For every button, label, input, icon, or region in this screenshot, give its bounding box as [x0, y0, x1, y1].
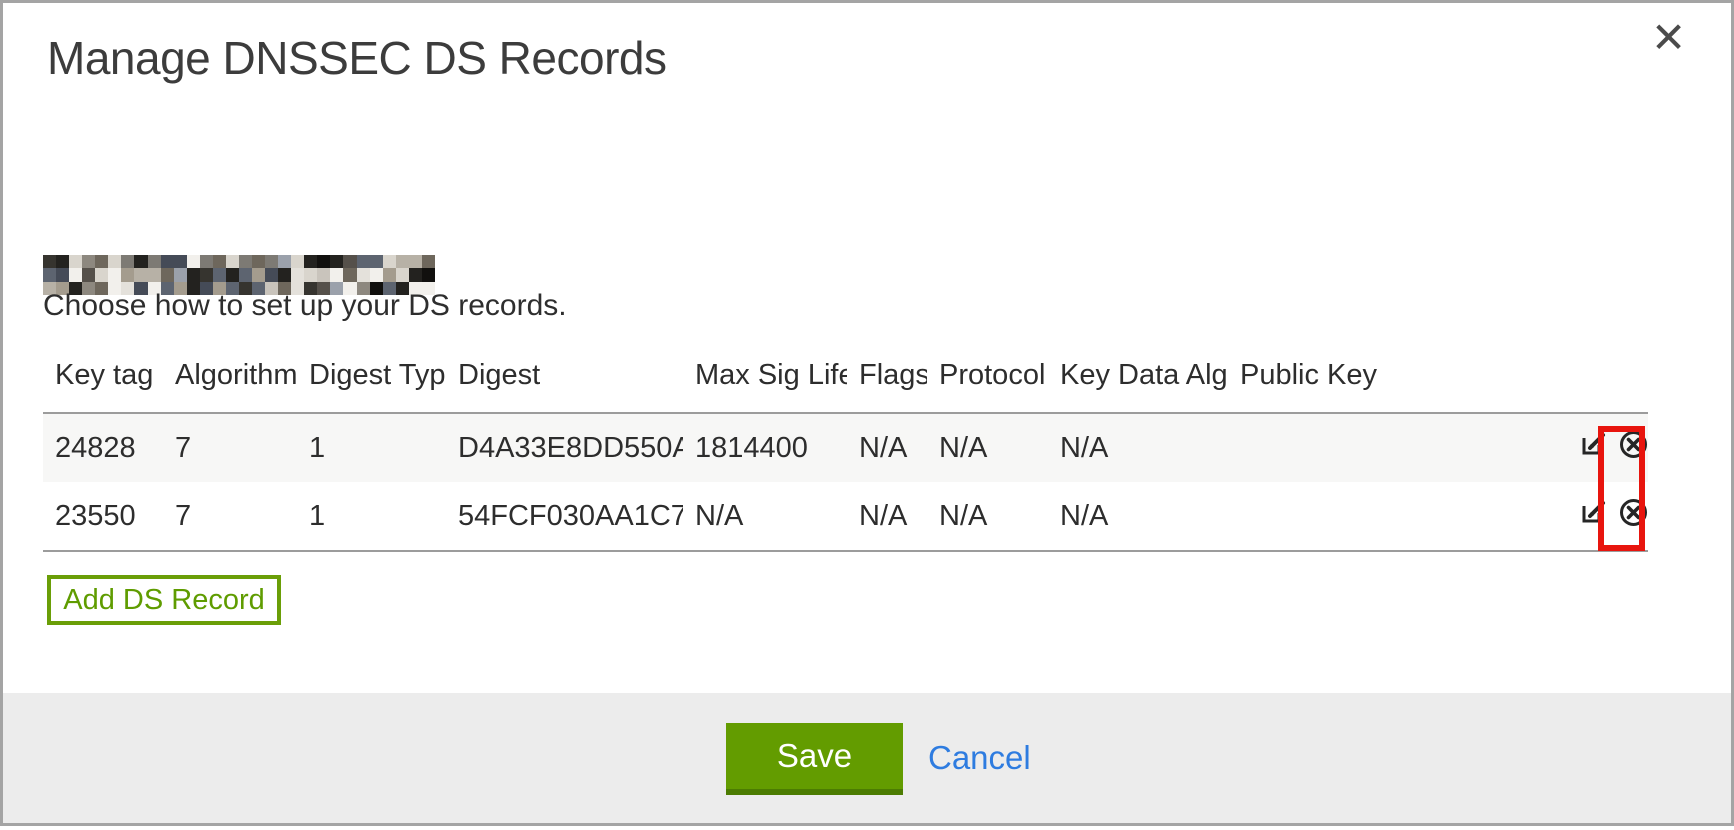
- cell-protocol: N/A: [927, 413, 1048, 482]
- col-header-max-sig-life: Max Sig Life: [683, 359, 847, 413]
- col-header-digest: Digest: [446, 359, 683, 413]
- save-button[interactable]: Save: [726, 723, 903, 795]
- col-header-flags: Flags: [847, 359, 927, 413]
- dialog-footer: Save Cancel: [3, 693, 1731, 823]
- table-row: 24828 7 1 D4A33E8DD550A9... 1814400 N/A …: [43, 413, 1648, 482]
- col-header-key-data-alg: Key Data Alg: [1048, 359, 1228, 413]
- cell-key-data-alg: N/A: [1048, 413, 1228, 482]
- delete-record-icon[interactable]: [1619, 498, 1648, 535]
- cell-key-tag: 23550: [43, 482, 163, 551]
- col-header-public-key: Public Key: [1228, 359, 1552, 413]
- cell-digest-type: 1: [297, 482, 446, 551]
- cell-flags: N/A: [847, 482, 927, 551]
- add-ds-record-button[interactable]: Add DS Record: [47, 575, 281, 625]
- ds-records-table: Key tag Algorithm Digest Type Digest Max…: [43, 359, 1648, 552]
- cell-protocol: N/A: [927, 482, 1048, 551]
- edit-record-icon[interactable]: [1580, 499, 1606, 533]
- delete-record-icon[interactable]: [1619, 430, 1648, 467]
- col-header-digest-type: Digest Type: [297, 359, 446, 413]
- edit-record-icon[interactable]: [1580, 431, 1606, 465]
- cell-key-data-alg: N/A: [1048, 482, 1228, 551]
- close-icon[interactable]: ✕: [1651, 17, 1686, 59]
- cancel-link[interactable]: Cancel: [928, 739, 1031, 777]
- col-header-protocol: Protocol: [927, 359, 1048, 413]
- cell-digest: 54FCF030AA1C79...: [446, 482, 683, 551]
- table-row: 23550 7 1 54FCF030AA1C79... N/A N/A N/A …: [43, 482, 1648, 551]
- cell-public-key: [1228, 413, 1552, 482]
- instruction-text: Choose how to set up your DS records.: [43, 289, 567, 323]
- cell-algorithm: 7: [163, 482, 297, 551]
- cell-key-tag: 24828: [43, 413, 163, 482]
- col-header-key-tag: Key tag: [43, 359, 163, 413]
- cell-public-key: [1228, 482, 1552, 551]
- cell-max-sig-life: N/A: [683, 482, 847, 551]
- cell-flags: N/A: [847, 413, 927, 482]
- page-title: Manage DNSSEC DS Records: [47, 31, 666, 85]
- cell-digest-type: 1: [297, 413, 446, 482]
- cell-max-sig-life: 1814400: [683, 413, 847, 482]
- cell-digest: D4A33E8DD550A9...: [446, 413, 683, 482]
- col-header-algorithm: Algorithm: [163, 359, 297, 413]
- col-header-actions: [1552, 359, 1648, 413]
- cell-algorithm: 7: [163, 413, 297, 482]
- table-header-row: Key tag Algorithm Digest Type Digest Max…: [43, 359, 1648, 413]
- dnssec-ds-records-dialog: Manage DNSSEC DS Records ✕ Choose how to…: [0, 0, 1734, 826]
